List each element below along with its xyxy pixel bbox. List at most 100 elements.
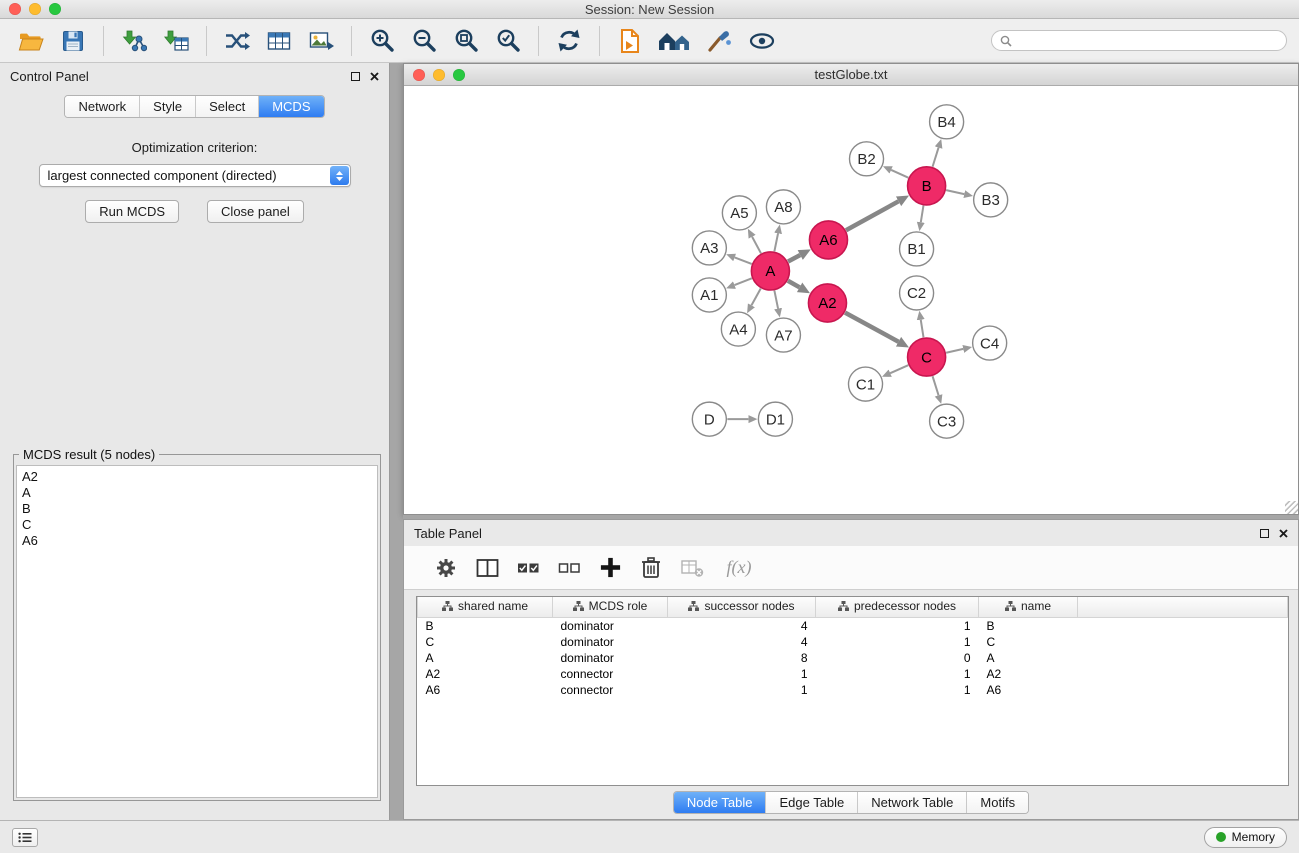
node-A8[interactable]: A8	[766, 190, 800, 224]
edge-A-A4[interactable]	[751, 288, 760, 305]
open-document-button[interactable]	[611, 24, 649, 58]
tab-style[interactable]: Style	[140, 96, 196, 117]
node-B3[interactable]: B3	[974, 183, 1008, 217]
close-panel-button[interactable]: Close panel	[207, 200, 304, 223]
open-session-button[interactable]	[12, 24, 50, 58]
tab-edge-table[interactable]: Edge Table	[766, 792, 858, 813]
tab-select[interactable]: Select	[196, 96, 259, 117]
create-column-button[interactable]	[594, 552, 626, 584]
node-A[interactable]: A	[751, 252, 789, 290]
deselect-all-columns-button[interactable]	[553, 552, 585, 584]
float-panel-icon[interactable]	[351, 72, 360, 81]
node-C1[interactable]: C1	[848, 367, 882, 401]
edge-A-A1[interactable]	[734, 278, 751, 285]
delete-column-button[interactable]	[635, 552, 667, 584]
minimize-window-icon[interactable]	[29, 3, 41, 15]
table-float-panel-icon[interactable]	[1260, 529, 1269, 538]
refresh-button[interactable]	[550, 24, 588, 58]
node-C4[interactable]: C4	[973, 326, 1007, 360]
column-header-successor-nodes[interactable]: successor nodes	[668, 597, 816, 617]
edge-A-A3[interactable]	[735, 257, 752, 263]
column-header-name[interactable]: name	[979, 597, 1078, 617]
edge-C-C4[interactable]	[946, 349, 963, 353]
mcds-result-list[interactable]: A2ABCA6	[16, 465, 378, 798]
tab-mcds[interactable]: MCDS	[259, 96, 323, 117]
node-A5[interactable]: A5	[722, 196, 756, 230]
node-B1[interactable]: B1	[900, 232, 934, 266]
node-D[interactable]: D	[692, 402, 726, 436]
edge-B-B3[interactable]	[946, 190, 964, 194]
export-image-button[interactable]	[302, 24, 340, 58]
zoom-out-button[interactable]	[405, 24, 443, 58]
edge-A-A2[interactable]	[788, 281, 800, 288]
resize-grip[interactable]	[1285, 501, 1298, 514]
tab-network[interactable]: Network	[65, 96, 140, 117]
edge-C-C3[interactable]	[933, 376, 939, 395]
search-input[interactable]	[1017, 34, 1278, 48]
zoom-selected-region-button[interactable]	[489, 24, 527, 58]
show-hide-panel-button[interactable]	[743, 24, 781, 58]
table-row-a2[interactable]: A2connector11A2	[418, 666, 1288, 682]
edge-C-C1[interactable]	[890, 365, 908, 373]
edge-A-A7[interactable]	[774, 291, 778, 309]
tab-node-table[interactable]: Node Table	[674, 792, 767, 813]
network-maximize-icon[interactable]	[453, 69, 465, 81]
node-C[interactable]: C	[908, 338, 946, 376]
new-network-table-button[interactable]	[260, 24, 298, 58]
edge-B-B2[interactable]	[891, 170, 908, 178]
import-network-from-database-button[interactable]	[218, 24, 256, 58]
table-row-a[interactable]: Adominator80A	[418, 650, 1288, 666]
edge-A-A8[interactable]	[774, 233, 778, 251]
search-box[interactable]	[991, 30, 1287, 51]
task-history-button[interactable]	[12, 828, 38, 847]
node-A7[interactable]: A7	[766, 318, 800, 352]
column-header-predecessor-nodes[interactable]: predecessor nodes	[816, 597, 979, 617]
node-A4[interactable]: A4	[721, 312, 755, 346]
maximize-window-icon[interactable]	[49, 3, 61, 15]
delete-table-button[interactable]	[676, 552, 708, 584]
import-table-from-file-button[interactable]	[157, 24, 195, 58]
optimization-dropdown[interactable]: largest connected component (directed)	[39, 164, 351, 187]
edge-A6-B[interactable]	[846, 201, 899, 230]
apply-style-button[interactable]	[701, 24, 739, 58]
select-all-columns-button[interactable]	[512, 552, 544, 584]
node-C2[interactable]: C2	[900, 276, 934, 310]
show-columns-button[interactable]	[471, 552, 503, 584]
save-session-button[interactable]	[54, 24, 92, 58]
table-close-panel-icon[interactable]	[1279, 529, 1288, 538]
node-A2[interactable]: A2	[808, 284, 846, 322]
node-A1[interactable]: A1	[692, 278, 726, 312]
edge-B-B4[interactable]	[933, 148, 939, 167]
node-C3[interactable]: C3	[930, 404, 964, 438]
tab-motifs[interactable]: Motifs	[967, 792, 1028, 813]
network-canvas[interactable]: B4 B2 B B3 A5 A8 A6 B1 A3 A A1 C2 A2 A4 A7 C4 C C1 C3 D D1	[404, 86, 1298, 514]
node-A3[interactable]: A3	[692, 231, 726, 265]
node-B4[interactable]: B4	[930, 105, 964, 139]
node-B[interactable]: B	[908, 167, 946, 205]
table-row-b[interactable]: Bdominator41B	[418, 617, 1288, 634]
edge-A-A6[interactable]	[788, 255, 800, 261]
node-D1[interactable]: D1	[758, 402, 792, 436]
memory-button[interactable]: Memory	[1204, 827, 1287, 848]
close-window-icon[interactable]	[9, 3, 21, 15]
network-close-icon[interactable]	[413, 69, 425, 81]
import-network-from-file-button[interactable]	[115, 24, 153, 58]
home-button[interactable]	[653, 24, 697, 58]
network-minimize-icon[interactable]	[433, 69, 445, 81]
zoom-in-button[interactable]	[363, 24, 401, 58]
table-row-c[interactable]: Cdominator41C	[418, 634, 1288, 650]
network-graph[interactable]: B4 B2 B B3 A5 A8 A6 B1 A3 A A1 C2 A2 A4 A7 C4 C C1 C3 D D1	[404, 86, 1298, 514]
node-B2[interactable]: B2	[849, 142, 883, 176]
run-mcds-button[interactable]: Run MCDS	[85, 200, 179, 223]
column-header-mcds-role[interactable]: MCDS role	[553, 597, 668, 617]
zoom-fit-button[interactable]	[447, 24, 485, 58]
edge-A-A5[interactable]	[752, 237, 761, 254]
tab-network-table[interactable]: Network Table	[858, 792, 967, 813]
edge-C-C2[interactable]	[921, 320, 924, 338]
function-builder-button[interactable]: f(x)	[717, 552, 761, 584]
edge-A2-C[interactable]	[845, 313, 898, 342]
close-panel-icon[interactable]	[370, 72, 379, 81]
table-row-a6[interactable]: A6connector11A6	[418, 682, 1288, 698]
edge-B-B1[interactable]	[921, 206, 924, 223]
node-A6[interactable]: A6	[809, 221, 847, 259]
